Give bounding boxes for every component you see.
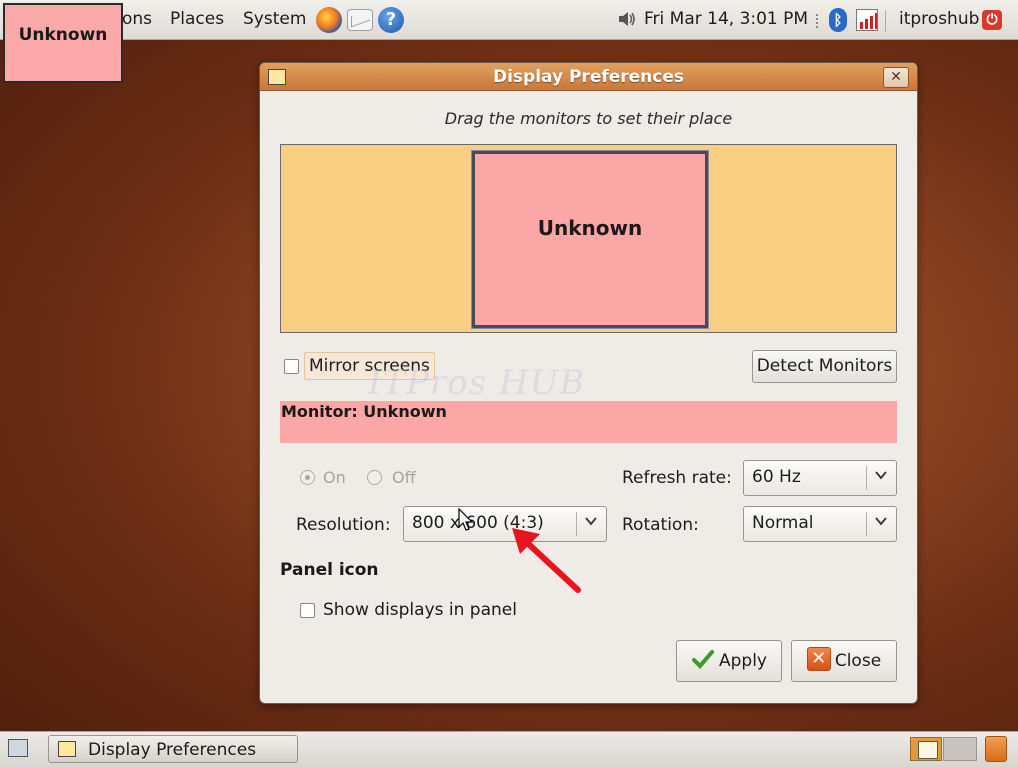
tray-divider [885, 10, 886, 32]
taskbar-item-label: Display Preferences [88, 740, 257, 760]
drag-hint: Drag the monitors to set their place [444, 109, 733, 128]
power-off-label: Off [392, 468, 416, 487]
network-icon[interactable] [856, 9, 878, 31]
chevron-down-icon [875, 517, 887, 526]
menu-applications[interactable]: ons [122, 9, 152, 29]
rotation-label: Rotation: [622, 515, 699, 535]
close-icon: ✕ [806, 647, 831, 671]
menu-system[interactable]: System [243, 9, 306, 29]
refresh-rate-value: 60 Hz [752, 467, 801, 487]
monitor-box[interactable]: Unknown [471, 150, 709, 329]
annotation-arrow-icon [512, 528, 581, 593]
mail-icon[interactable] [347, 9, 373, 31]
window-close-button[interactable]: ✕ [883, 67, 909, 88]
power-on-label: On [323, 468, 346, 487]
close-label: Close [834, 651, 882, 671]
panel-icon-heading: Panel icon [280, 560, 379, 580]
watermark: ITPros HUB [368, 363, 586, 403]
display-icon [58, 741, 76, 757]
power-on-radio[interactable] [300, 470, 315, 485]
checkmark-icon [692, 650, 714, 669]
refresh-rate-label: Refresh rate: [622, 468, 732, 488]
mouse-cursor-icon [458, 508, 474, 531]
apply-label: Apply [719, 651, 767, 671]
apply-button[interactable]: Apply [676, 640, 782, 682]
monitor-heading-bar: Monitor: Unknown [280, 401, 897, 443]
clock[interactable]: Fri Mar 14, 3:01 PM [644, 9, 808, 29]
display-preferences-dialog: Display Preferences ✕ Drag the monitors … [259, 62, 918, 704]
workspace-2[interactable] [943, 737, 977, 761]
rotation-value: Normal [752, 513, 814, 533]
monitor-arrangement-area[interactable]: Unknown [280, 144, 897, 333]
chevron-down-icon [875, 471, 887, 480]
monitor-box-label: Unknown [537, 216, 643, 240]
close-button[interactable]: ✕ Close [791, 640, 897, 682]
taskbar-item-display-preferences[interactable]: Display Preferences [48, 735, 298, 763]
show-displays-label[interactable]: Show displays in panel [323, 600, 517, 620]
detect-monitors-button[interactable]: Detect Monitors [752, 350, 897, 383]
monitor-heading: Monitor: Unknown [281, 402, 447, 421]
workspace-1[interactable] [910, 737, 942, 761]
tray-separator [816, 14, 820, 28]
power-off-radio[interactable] [367, 470, 382, 485]
user-name[interactable]: itproshub [899, 9, 979, 29]
menu-places[interactable]: Places [170, 9, 224, 29]
mirror-screens-checkbox[interactable] [284, 359, 299, 374]
dialog-title: Display Preferences [492, 67, 685, 87]
bottom-panel: Display Preferences [0, 731, 1018, 768]
show-desktop-icon[interactable] [8, 739, 28, 757]
help-icon[interactable]: ? [378, 7, 404, 33]
power-icon[interactable]: ⏻ [982, 10, 1002, 30]
trash-icon[interactable] [985, 736, 1007, 762]
dialog-titlebar[interactable]: Display Preferences ✕ [260, 63, 917, 91]
firefox-icon[interactable] [316, 7, 342, 33]
refresh-rate-select[interactable]: 60 Hz [743, 460, 897, 496]
volume-icon[interactable] [618, 11, 636, 27]
top-panel: ons Places System ? Fri Mar 14, 3:01 PM … [0, 0, 1018, 40]
bluetooth-icon[interactable]: ᛒ [829, 8, 847, 32]
resolution-label: Resolution: [296, 515, 391, 535]
monitor-identify-overlay: Unknown [3, 3, 123, 83]
show-displays-checkbox[interactable] [300, 603, 315, 618]
rotation-select[interactable]: Normal [743, 506, 897, 542]
